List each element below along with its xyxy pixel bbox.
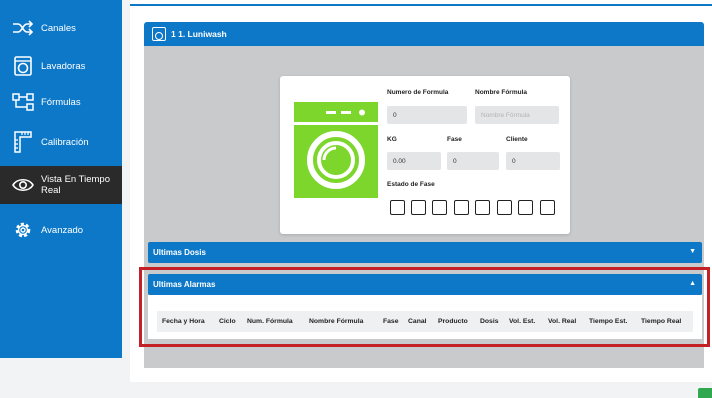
sidebar-item-label: Avanzado: [41, 224, 84, 236]
washing-machine-icon: [294, 102, 378, 198]
sidebar-item-formulas[interactable]: Fórmulas: [0, 88, 122, 116]
sidebar-item-avanzado[interactable]: Avanzado: [0, 216, 122, 244]
top-divider: [130, 4, 712, 6]
sidebar-item-lavadoras[interactable]: Lavadoras: [0, 52, 122, 80]
phase-state-indicator: [475, 200, 490, 215]
sidebar-item-label: Vista En Tiempo Real: [41, 174, 111, 196]
section-title: Ultimas Dosis: [153, 248, 206, 257]
washing-machine-icon: [11, 55, 35, 77]
kg-label: KG: [387, 136, 397, 143]
phase-field[interactable]: 0: [447, 152, 499, 170]
sidebar-item-calibracion[interactable]: Calibración: [0, 128, 122, 156]
gear-icon: [11, 219, 35, 241]
phase-state-indicator: [390, 200, 405, 215]
formula-number-label: Numero de Formula: [387, 89, 449, 96]
washing-machine-icon: [152, 27, 166, 41]
phase-state-indicator: [454, 200, 469, 215]
sidebar-item-label: Fórmulas: [41, 96, 81, 108]
sidebar: Canales Lavadoras Fórmulas Calibración V…: [0, 0, 122, 358]
highlight-box: [139, 267, 710, 347]
kg-field[interactable]: 0.00: [387, 152, 441, 170]
chevron-down-icon[interactable]: ▼: [689, 248, 696, 255]
washer-info-card: Numero de Formula Nombre Fórmula 0 Nombr…: [280, 76, 570, 234]
phase-state-indicator: [411, 200, 426, 215]
phase-state-indicator: [518, 200, 533, 215]
sidebar-item-label: Calibración: [41, 136, 89, 148]
sidebar-item-vista-en-tiempo-real[interactable]: Vista En Tiempo Real: [0, 166, 122, 204]
phase-state-indicator: [540, 200, 555, 215]
sidebar-item-label: Canales: [41, 22, 76, 34]
ruler-icon: [11, 131, 35, 153]
formula-name-label: Nombre Fórmula: [475, 89, 528, 96]
phase-state-indicator: [432, 200, 447, 215]
panel-header: 1 1. Luniwash: [144, 22, 704, 46]
phase-label: Fase: [447, 136, 462, 143]
sidebar-item-label: Lavadoras: [41, 60, 86, 72]
sidebar-item-canales[interactable]: Canales: [0, 14, 122, 42]
shuffle-icon: [11, 17, 35, 39]
client-field[interactable]: 0: [506, 152, 560, 170]
formula-name-field[interactable]: Nombre Fórmula: [475, 106, 559, 124]
client-label: Cliente: [506, 136, 528, 143]
ultimas-dosis-header[interactable]: Ultimas Dosis ▼: [148, 242, 702, 263]
panel-title: 1 1. Luniwash: [171, 29, 227, 39]
phase-state-indicator: [497, 200, 512, 215]
eye-icon: [11, 174, 35, 196]
phase-state-label: Estado de Fase: [387, 181, 435, 188]
formula-number-field[interactable]: 0: [387, 106, 467, 124]
corner-indicator[interactable]: [698, 388, 712, 398]
hierarchy-icon: [11, 91, 35, 113]
